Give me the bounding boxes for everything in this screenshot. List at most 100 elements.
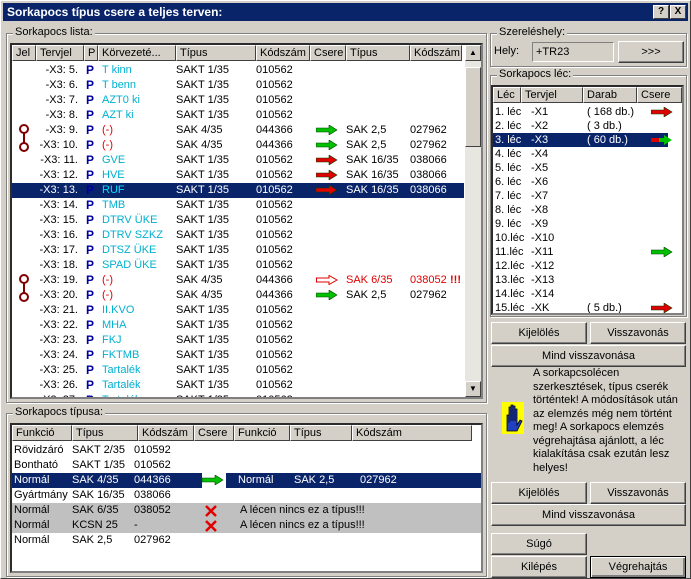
lec-row[interactable]: 14.léc -X14	[493, 287, 682, 301]
list-row[interactable]: -X3: 6. P T benn SAKT 1/35 010562	[12, 78, 464, 93]
mind-visszavonasa-button-top[interactable]: Mind visszavonása	[491, 345, 686, 367]
column-header[interactable]: Funkció	[12, 425, 72, 441]
scroll-up-icon[interactable]: ▲	[465, 45, 481, 61]
lec-row[interactable]: 6. léc -X6	[493, 175, 682, 189]
lec-row[interactable]: 8. léc -X8	[493, 203, 682, 217]
lec-row[interactable]: 10.léc -X10	[493, 231, 682, 245]
list-row[interactable]: -X3: 11. P GVE SAKT 1/35 010562 SAK 16/35 0380…	[12, 153, 464, 168]
type-row[interactable]: Gyártmány SAK 16/35 038066	[12, 488, 481, 503]
kilepes-button[interactable]: Kilépés	[491, 556, 587, 578]
lec-row[interactable]: 7. léc -X7	[493, 189, 682, 203]
list-row[interactable]: -X3: 19. P (-) SAK 4/35 044366 SAK 6/35 038052…	[12, 273, 464, 288]
column-header[interactable]: Típus	[176, 45, 256, 61]
list-row[interactable]: -X3: 24. P FKTMB SAKT 1/35 010562	[12, 348, 464, 363]
list-row[interactable]: -X3: 12. P HVE SAKT 1/35 010562 SAK 16/35 0380…	[12, 168, 464, 183]
tipus-cell: SAKT 1/35	[176, 304, 229, 316]
type-row[interactable]: Normál KCSN 25 - A lécen nincs ez a típus!!…	[12, 518, 481, 533]
tervjel-cell: -X7	[531, 190, 549, 202]
tipus-cell: SAK 4/35	[176, 139, 223, 151]
kodszam-cell: -	[134, 519, 138, 531]
lec-row[interactable]: 15.léc -XK ( 5 db.)	[493, 301, 682, 313]
list-row[interactable]: -X3: 15. P DTRV ÜKE SAKT 1/35 010562	[12, 213, 464, 228]
column-header[interactable]: Típus	[72, 425, 138, 441]
list-row[interactable]: -X3: 5. P T kinn SAKT 1/35 010562	[12, 63, 464, 78]
type-row[interactable]: Bontható SAKT 1/35 010562	[12, 458, 481, 473]
column-header[interactable]: Körvezeté...	[98, 45, 176, 61]
list-row[interactable]: -X3: 8. P AZT ki SAKT 1/35 010562	[12, 108, 464, 123]
list-row[interactable]: -X3: 27.P TartalékSAKT 1/35010562	[12, 393, 464, 397]
column-header[interactable]: Típus	[290, 425, 352, 441]
tipus-cell: SAKT 1/35	[72, 459, 125, 471]
list-row[interactable]: -X3: 9. P (-) SAK 4/35 044366 SAK 2,5 027962	[12, 123, 464, 138]
p-cell: P	[86, 198, 95, 212]
p-cell: P	[86, 213, 95, 227]
help-button[interactable]: ?	[653, 5, 669, 19]
sorkapocs-lec-list[interactable]: Léc Tervjel Darab Csere 1. léc -X1( 168 db.) 2…	[491, 85, 684, 315]
scroll-down-icon[interactable]: ▼	[465, 381, 481, 397]
list-row[interactable]: -X3: 20. P (-) SAK 4/35 044366 SAK 2,5 027962	[12, 288, 464, 303]
scroll-thumb[interactable]	[465, 67, 481, 147]
type-row[interactable]: Normál SAK 2,5 027962	[12, 533, 481, 548]
column-header[interactable]: P	[84, 45, 98, 61]
list-row[interactable]: -X3: 16. P DTRV SZKZ SAKT 1/35 010562	[12, 228, 464, 243]
tipus2-cell: SAK 2,5	[346, 124, 387, 136]
vegrehajtas-button[interactable]: Végrehajtás	[590, 556, 686, 578]
type-row[interactable]: Normál SAK 4/35 044366 Normál SAK 2,5 027962	[12, 473, 481, 490]
lec-row[interactable]: 2. léc -X2 ( 3 db.)	[493, 119, 682, 133]
p-cell: P	[86, 348, 95, 362]
lec-row[interactable]: 5. léc -X5	[493, 161, 682, 175]
column-header[interactable]: Kódszám	[138, 425, 194, 441]
lec-row[interactable]: 9. léc -X9	[493, 217, 682, 231]
column-header[interactable]: Csere	[310, 45, 346, 61]
list-row[interactable]: -X3: 22. P MHA SAKT 1/35 010562	[12, 318, 464, 333]
tervjel-cell: -X3: 21.	[39, 304, 78, 316]
lec-row[interactable]: 13.léc -X13	[493, 273, 682, 287]
tipus-cell: KCSN 25	[72, 519, 118, 531]
list-row[interactable]: -X3: 13. P RUF SAKT 1/35 010562 SAK 16/35 0380…	[12, 183, 464, 198]
type-row[interactable]: Normál SAK 6/35 038052 A lécen nincs ez a t…	[12, 503, 481, 518]
column-header[interactable]: Tervjel	[36, 45, 84, 61]
sugo-button[interactable]: Súgó	[491, 533, 587, 555]
mind-visszavonasa-button-bottom[interactable]: Mind visszavonása	[491, 504, 686, 526]
visszavonas-button-top[interactable]: Visszavonás	[590, 322, 686, 344]
funkcio-cell: Normál	[14, 474, 50, 486]
list-row[interactable]: -X3: 25. P Tartalék SAKT 1/35 010562	[12, 363, 464, 378]
list-row[interactable]: -X3: 17. P DTSZ ÜKE SAKT 1/35 010562	[12, 243, 464, 258]
lec-row[interactable]: 4. léc -X4	[493, 147, 682, 161]
hely-browse-button[interactable]: >>>	[618, 41, 684, 63]
lec-row[interactable]: 3. léc -X3 ( 60 db.)	[493, 133, 672, 147]
szereleshely-title: Szereléshely:	[497, 26, 568, 38]
lec-row[interactable]: 1. léc -X1 ( 168 db.)	[493, 105, 682, 119]
lec-row[interactable]: 12.léc -X12	[493, 259, 682, 273]
korvezetek-cell: FKTMB	[102, 349, 140, 361]
close-button[interactable]: X	[670, 5, 686, 19]
column-header[interactable]: Kódszám	[410, 45, 462, 61]
column-header[interactable]: Jel	[12, 45, 36, 61]
column-header[interactable]: Kódszám	[352, 425, 472, 441]
kijeloles-button-bottom[interactable]: Kijelölés	[491, 482, 587, 504]
sorkapocs-tipus-list[interactable]: Funkció Típus Kódszám Csere Funkció Típus Kóds…	[10, 423, 483, 573]
list-row[interactable]: -X3: 14. P TMB SAKT 1/35 010562	[12, 198, 464, 213]
list-row[interactable]: -X3: 10. P (-) SAK 4/35 044366 SAK 2,5 027962	[12, 138, 464, 153]
lec-row[interactable]: 11.léc -X11	[493, 245, 682, 259]
column-header[interactable]: Kódszám	[256, 45, 310, 61]
sorkapocs-list[interactable]: Jel Tervjel P Körvezeté... Típus Kódszám Csere…	[10, 43, 483, 399]
tervjel-cell: -X5	[531, 162, 549, 174]
column-header[interactable]: Darab	[583, 87, 637, 103]
column-header[interactable]: Funkció	[234, 425, 290, 441]
column-header[interactable]: Léc	[493, 87, 521, 103]
korvezetek-cell: AZT0 ki	[102, 94, 140, 106]
kijeloles-button-top[interactable]: Kijelölés	[491, 322, 587, 344]
column-header[interactable]: Tervjel	[521, 87, 583, 103]
list-row[interactable]: -X3: 21. P II.KVO SAKT 1/35 010562	[12, 303, 464, 318]
list-row[interactable]: -X3: 18. P SPAD ÜKE SAKT 1/35 010562	[12, 258, 464, 273]
list-row[interactable]: -X3: 7. P AZT0 ki SAKT 1/35 010562	[12, 93, 464, 108]
column-header[interactable]: Csere	[637, 87, 682, 103]
type-row[interactable]: Rövidzáró SAKT 2/35 010592	[12, 443, 481, 458]
list-row[interactable]: -X3: 26. P Tartalék SAKT 1/35 010562	[12, 378, 464, 393]
column-header[interactable]: Típus	[346, 45, 410, 61]
column-header[interactable]: Csere	[194, 425, 234, 441]
visszavonas-button-bottom[interactable]: Visszavonás	[590, 482, 686, 504]
list-row[interactable]: -X3: 23. P FKJ SAKT 1/35 010562	[12, 333, 464, 348]
main-list-scrollbar[interactable]: ▲ ▼	[465, 45, 481, 397]
